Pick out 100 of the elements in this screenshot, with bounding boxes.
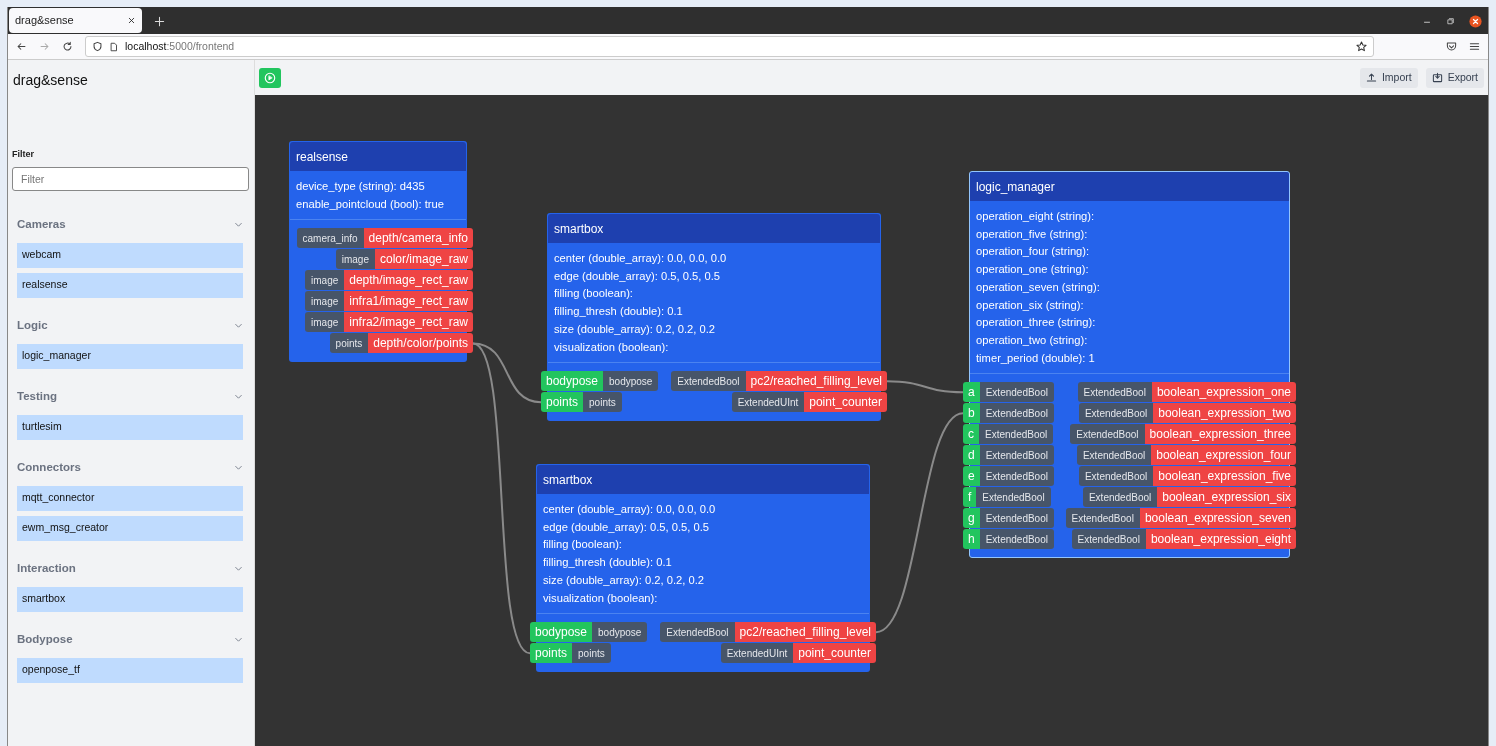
port-type: ExtendedBool	[671, 371, 746, 392]
node-type-item[interactable]: realsense	[17, 272, 243, 298]
node-parameter: operation_four (string):	[976, 244, 1091, 260]
connection-line[interactable]	[472, 342, 542, 404]
group-header[interactable]: Logic	[17, 315, 243, 336]
output-port[interactable]: infra2/image_rect_raw	[344, 312, 473, 333]
connection-line[interactable]	[472, 342, 531, 655]
port-type: ExtendedBool	[660, 622, 735, 643]
output-port[interactable]: boolean_expression_eight	[1145, 529, 1296, 550]
output-port[interactable]: boolean_expression_two	[1153, 403, 1296, 424]
port-type: ExtendedBool	[1078, 403, 1154, 424]
import-button[interactable]: Import	[1359, 67, 1418, 88]
browser-tab[interactable]: drag&sense	[9, 8, 142, 33]
address-bar[interactable]: localhost:5000/frontend	[85, 36, 1374, 57]
reload-icon[interactable]	[62, 41, 73, 52]
output-port[interactable]: depth/camera_info	[363, 228, 473, 249]
port-type: bodypose	[592, 622, 648, 643]
plus-icon[interactable]	[154, 16, 165, 27]
port-type: points	[572, 643, 611, 664]
node-parameter: timer_period (double): 1	[976, 350, 1096, 366]
port-type: ExtendedBool	[979, 382, 1054, 403]
port-type: ExtendedBool	[979, 403, 1054, 424]
node-type-item[interactable]: turtlesim	[17, 414, 243, 440]
port-type: points	[329, 333, 369, 354]
node-parameter: operation_three (string):	[976, 315, 1097, 331]
node-parameter: device_type (string): d435	[296, 179, 426, 194]
pocket-icon[interactable]	[1446, 41, 1457, 52]
output-port[interactable]: depth/image_rect_raw	[344, 270, 473, 291]
chevron-icon	[234, 564, 243, 573]
chevron-icon	[234, 392, 243, 401]
port-type: ExtendedBool	[1077, 382, 1152, 403]
input-port[interactable]: d	[963, 445, 980, 466]
chevron-icon	[234, 321, 243, 330]
output-port[interactable]: color/image_raw	[374, 249, 473, 270]
input-port[interactable]: points	[541, 392, 584, 413]
download-icon	[1431, 72, 1443, 83]
menu-icon[interactable]	[1469, 41, 1480, 52]
export-button[interactable]: Export	[1425, 67, 1484, 88]
node-parameter: operation_two (string):	[976, 332, 1089, 348]
output-port[interactable]: pc2/reached_filling_level	[745, 371, 887, 392]
output-port[interactable]: boolean_expression_five	[1153, 466, 1296, 487]
port-type: image	[335, 249, 375, 270]
input-port[interactable]: bodypose	[541, 371, 604, 392]
output-port[interactable]: point_counter	[804, 392, 887, 413]
port-type: ExtendedBool	[1082, 487, 1158, 508]
page-icon	[109, 41, 119, 52]
input-port[interactable]: f	[963, 487, 977, 508]
input-port[interactable]: b	[963, 403, 980, 424]
output-port[interactable]: boolean_expression_seven	[1139, 508, 1296, 529]
close-icon[interactable]	[1469, 15, 1482, 28]
url-text: localhost:5000/frontend	[125, 38, 235, 54]
port-type: ExtendedBool	[979, 466, 1054, 487]
node-parameter: visualization (boolean):	[543, 590, 659, 606]
connection-line[interactable]	[875, 412, 964, 634]
input-port[interactable]: e	[963, 466, 980, 487]
node-type-item[interactable]: webcam	[17, 242, 243, 268]
graph-node[interactable]	[529, 464, 877, 673]
port-type: image	[305, 312, 345, 333]
port-type: ExtendedBool	[979, 508, 1054, 529]
output-port[interactable]: infra1/image_rect_raw	[344, 291, 473, 312]
app-title: drag&sense	[12, 71, 89, 90]
port-type: ExtendedBool	[1078, 466, 1154, 487]
node-type-item[interactable]: logic_manager	[17, 343, 243, 369]
node-parameter: operation_seven (string):	[976, 279, 1101, 295]
filter-field[interactable]: Filter	[12, 166, 249, 191]
input-port[interactable]: c	[963, 424, 979, 445]
node-parameter: operation_six (string):	[976, 297, 1085, 313]
group-header[interactable]: Cameras	[17, 214, 243, 235]
output-port[interactable]: boolean_expression_three	[1144, 424, 1296, 445]
close-icon[interactable]	[127, 16, 136, 25]
port-type: camera_info	[296, 228, 364, 249]
node-type-item[interactable]: smartbox	[17, 586, 243, 612]
output-port[interactable]: boolean_expression_one	[1151, 382, 1296, 403]
port-type: ExtendedBool	[1076, 445, 1152, 466]
graph-node[interactable]	[962, 171, 1297, 559]
group-header[interactable]: Testing	[17, 386, 243, 407]
output-port[interactable]: pc2/reached_filling_level	[734, 622, 876, 643]
port-type: image	[305, 270, 345, 291]
output-port[interactable]: point_counter	[793, 643, 876, 664]
input-port[interactable]: points	[530, 643, 573, 664]
group-header[interactable]: Connectors	[17, 457, 243, 478]
connection-line[interactable]	[886, 380, 964, 394]
output-port[interactable]: boolean_expression_six	[1157, 487, 1296, 508]
output-port[interactable]: boolean_expression_four	[1151, 445, 1296, 466]
back-icon[interactable]	[16, 41, 27, 52]
group-header[interactable]: Interaction	[17, 558, 243, 579]
output-port[interactable]: depth/color/points	[368, 333, 473, 354]
node-type-item[interactable]: mqtt_connector	[17, 485, 243, 511]
input-port[interactable]: bodypose	[530, 622, 593, 643]
port-type: ExtendedBool	[1071, 529, 1146, 550]
node-type-item[interactable]: openpose_tf	[17, 657, 243, 683]
group-header[interactable]: Bodypose	[17, 629, 243, 650]
star-icon[interactable]	[1356, 41, 1367, 52]
input-port[interactable]: a	[963, 382, 980, 403]
graph-node[interactable]	[540, 213, 888, 422]
input-port[interactable]: g	[963, 508, 980, 529]
node-type-item[interactable]: ewm_msg_creator	[17, 515, 243, 541]
input-port[interactable]: h	[963, 529, 980, 550]
node-parameter: filling_thresh (double): 0.1	[543, 555, 673, 571]
restore-icon[interactable]	[1446, 17, 1455, 26]
